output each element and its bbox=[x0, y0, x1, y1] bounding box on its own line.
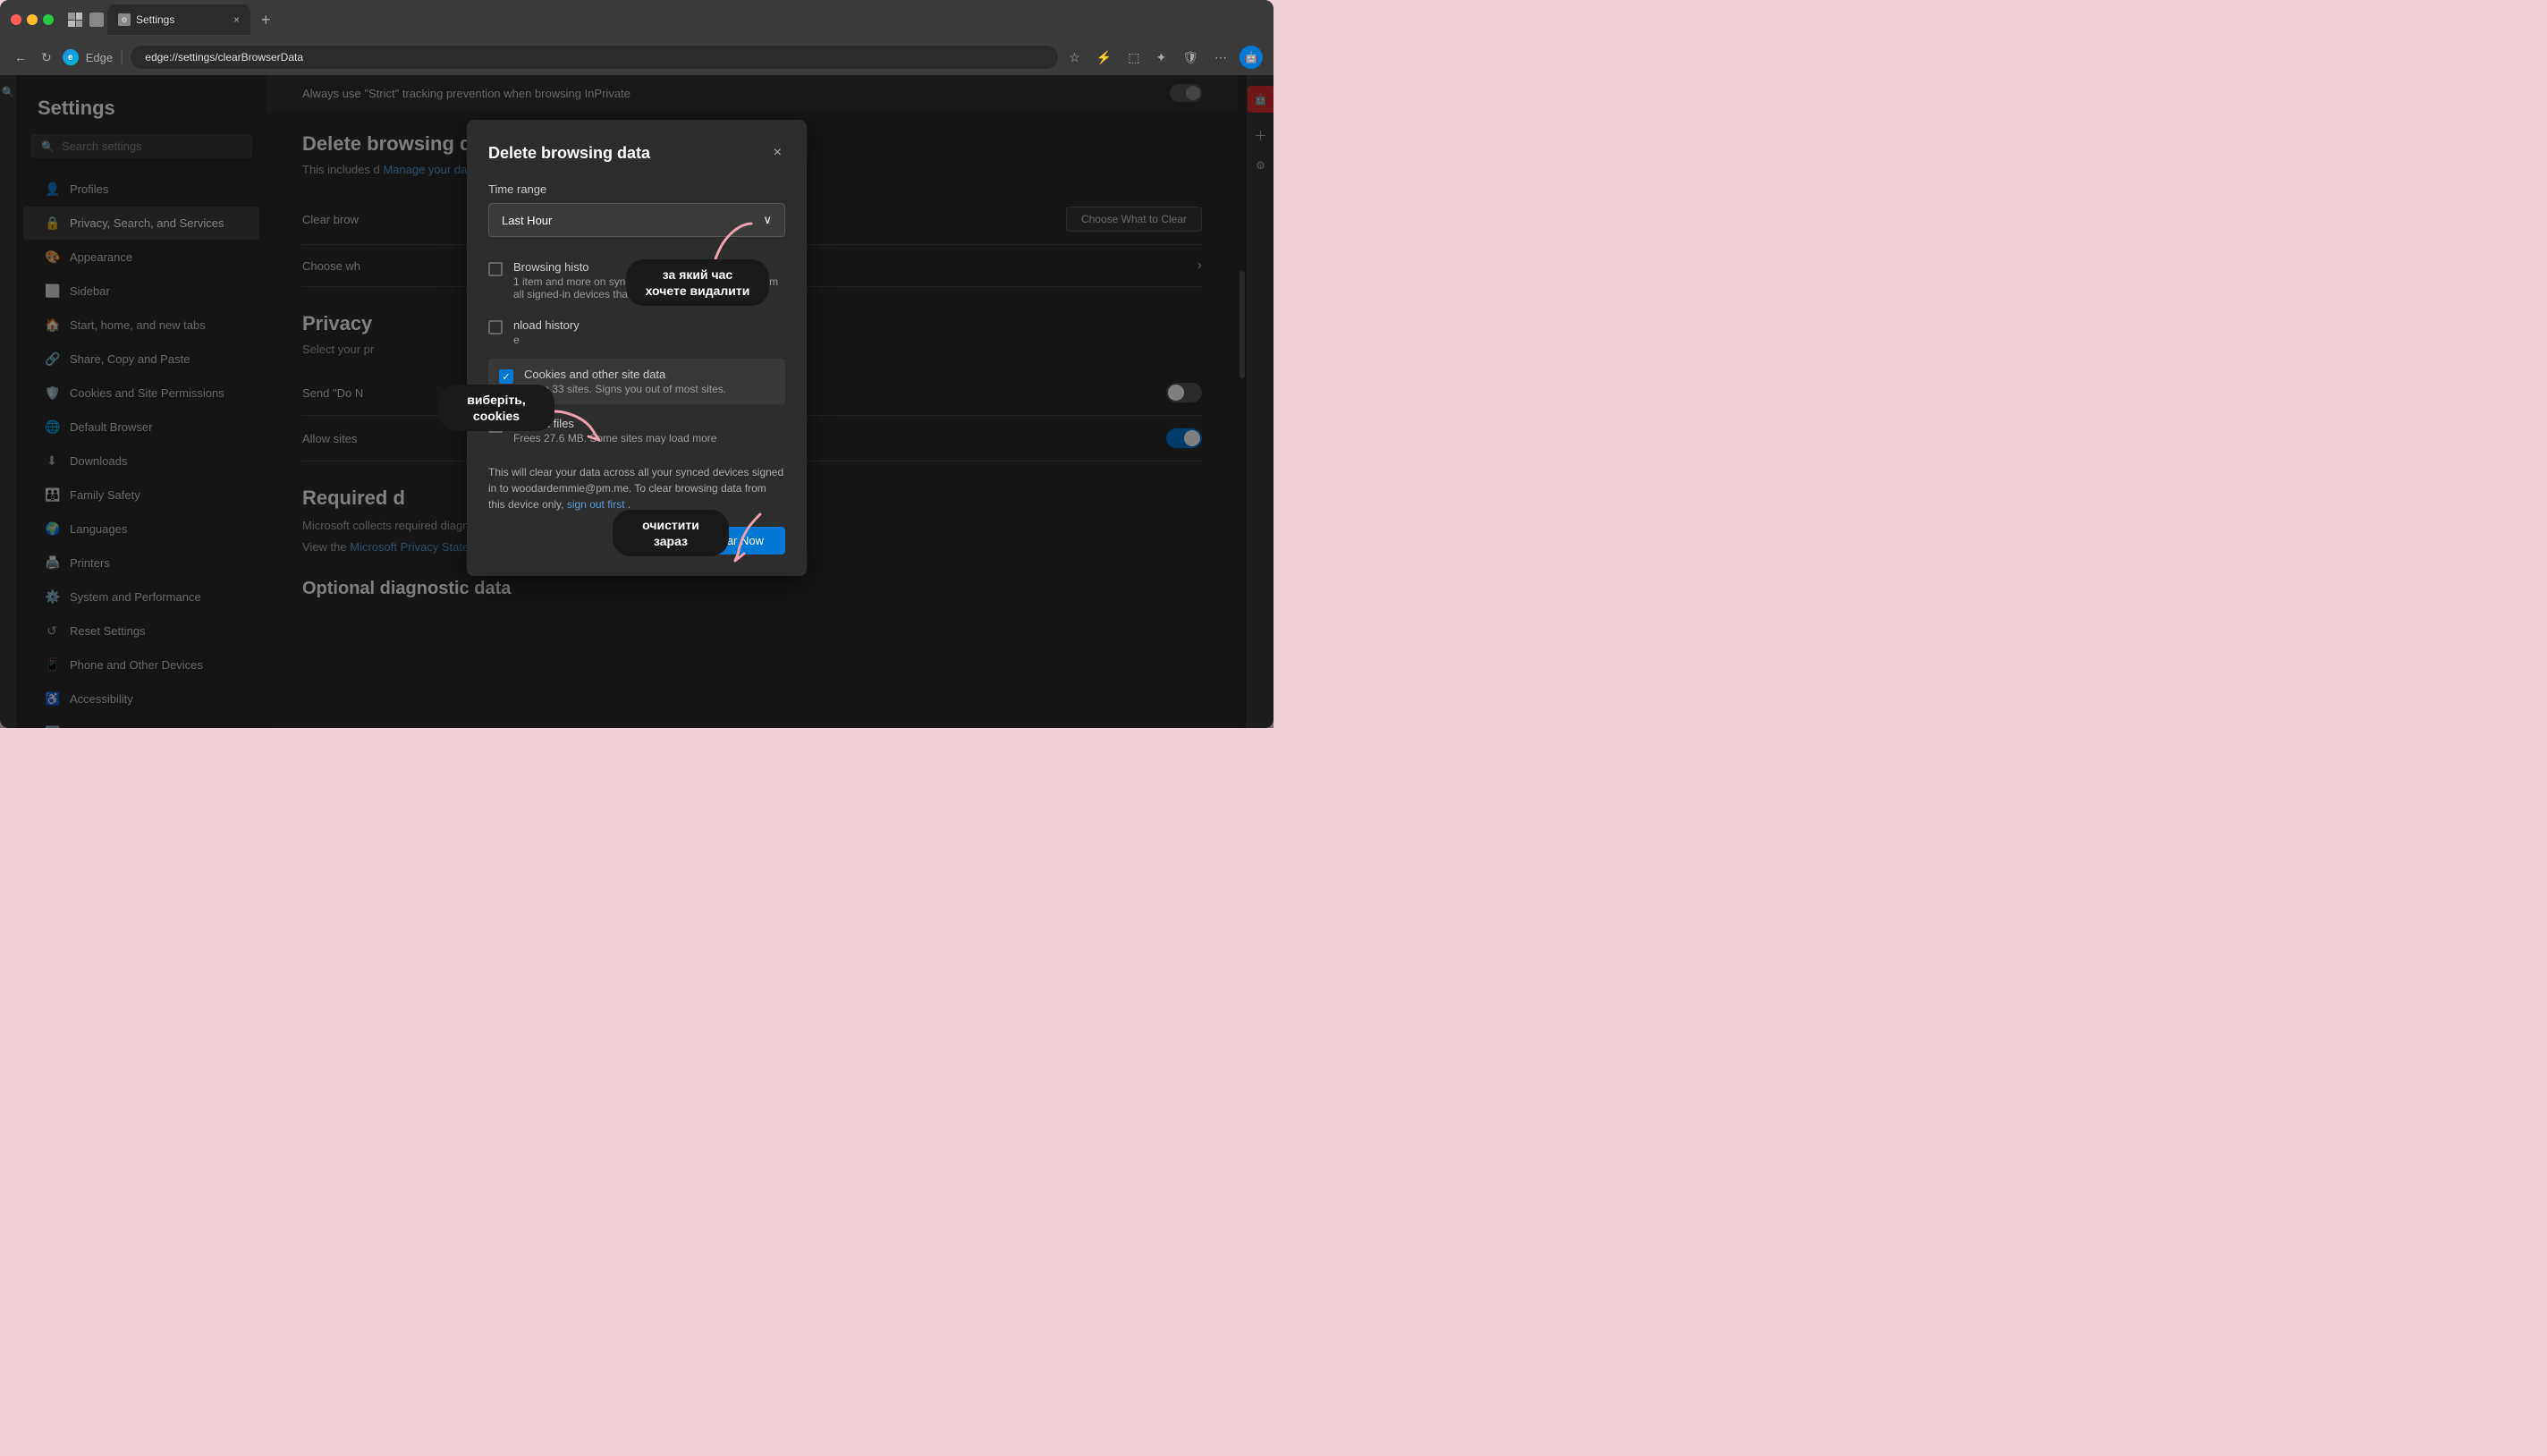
sign-out-link[interactable]: sign out first bbox=[567, 498, 625, 511]
modal-title: Delete browsing data bbox=[488, 144, 650, 163]
checkbox-browsing-history[interactable]: Browsing histo 1 item and more on synced… bbox=[488, 251, 785, 309]
modal-close-btn[interactable]: × bbox=[770, 141, 785, 165]
new-tab-btn[interactable]: + bbox=[254, 11, 278, 30]
more-tools-icon[interactable]: ⋯ bbox=[1211, 47, 1231, 69]
collections-icon[interactable]: ⚡ bbox=[1093, 47, 1115, 69]
cookies-checkbox[interactable] bbox=[499, 369, 513, 384]
browsing-history-desc: 1 item and more on synced devices. Clear… bbox=[513, 275, 785, 301]
tab-favicon: ⚙ bbox=[118, 13, 131, 26]
refresh-btn[interactable]: ↻ bbox=[38, 47, 55, 69]
clear-now-btn[interactable]: Clear Now bbox=[688, 527, 785, 554]
maximize-button[interactable] bbox=[43, 14, 54, 25]
edge-logo: e bbox=[63, 49, 79, 65]
tab-icon-2 bbox=[89, 13, 104, 27]
separator: | bbox=[120, 49, 123, 65]
title-bar: ⚙ Settings × + bbox=[0, 0, 1274, 39]
cookies-content: Cookies and other site data From 33 site… bbox=[524, 368, 726, 395]
close-button[interactable] bbox=[11, 14, 21, 25]
time-range-chevron-icon: ∨ bbox=[763, 213, 772, 227]
edge-label: Edge bbox=[86, 51, 113, 64]
favorites-bar-icon[interactable]: ✦ bbox=[1152, 47, 1170, 69]
split-screen-icon[interactable]: ⬚ bbox=[1124, 47, 1143, 69]
address-bar: ← ↻ e Edge | edge://settings/clearBrowse… bbox=[0, 39, 1274, 75]
browsing-history-checkbox[interactable] bbox=[488, 262, 503, 276]
sync-note: This will clear your data across all you… bbox=[488, 464, 785, 512]
checkbox-cached[interactable]: Cac nd files Frees 27.6 MB. Some sites m… bbox=[488, 408, 785, 453]
back-btn[interactable]: ← bbox=[11, 47, 30, 68]
download-history-label: nload history bbox=[513, 318, 580, 332]
address-url-bar[interactable]: edge://settings/clearBrowserData bbox=[131, 46, 1058, 69]
time-range-value: Last Hour bbox=[502, 214, 552, 227]
browsing-history-label: Browsing histo bbox=[513, 260, 785, 274]
time-range-label: Time range bbox=[488, 182, 785, 196]
download-history-content: nload history e bbox=[513, 318, 580, 346]
tab-close-btn[interactable]: × bbox=[233, 13, 240, 26]
cached-checkbox[interactable] bbox=[488, 419, 503, 433]
download-history-desc: e bbox=[513, 334, 580, 346]
copilot-btn[interactable]: 🤖 bbox=[1240, 46, 1263, 69]
tab-grid-icon bbox=[68, 13, 82, 27]
cached-desc: Frees 27.6 MB. Some sites may load more bbox=[513, 432, 716, 444]
url-text: edge://settings/clearBrowserData bbox=[145, 51, 303, 63]
cached-label: Cac nd files bbox=[513, 417, 716, 430]
settings-tab[interactable]: ⚙ Settings × bbox=[107, 4, 250, 35]
sync-note-text: This will clear your data across all you… bbox=[488, 466, 783, 511]
cached-content: Cac nd files Frees 27.6 MB. Some sites m… bbox=[513, 417, 716, 444]
checkbox-cookies[interactable]: Cookies and other site data From 33 site… bbox=[488, 359, 785, 404]
checkbox-download-history[interactable]: nload history e bbox=[488, 309, 785, 355]
delete-browsing-modal: Delete browsing data × Time range Last H… bbox=[467, 120, 807, 576]
cookies-label: Cookies and other site data bbox=[524, 368, 726, 381]
favorites-icon[interactable]: ☆ bbox=[1065, 47, 1084, 69]
browser-essentials-icon[interactable]: 🛡 bbox=[1179, 47, 1202, 69]
download-history-checkbox[interactable] bbox=[488, 320, 503, 334]
toolbar-icons: ☆ ⚡ ⬚ ✦ 🛡 ⋯ 🤖 bbox=[1065, 46, 1263, 69]
sync-period: . bbox=[628, 498, 630, 511]
modal-header: Delete browsing data × bbox=[488, 141, 785, 165]
minimize-button[interactable] bbox=[27, 14, 38, 25]
modal-overlay: Delete browsing data × Time range Last H… bbox=[0, 75, 1274, 728]
time-range-select[interactable]: Last Hour ∨ bbox=[488, 203, 785, 237]
tab-bar: ⚙ Settings × + bbox=[68, 4, 1263, 35]
cookies-desc: From 33 sites. Signs you out of most sit… bbox=[524, 383, 726, 395]
browsing-history-content: Browsing histo 1 item and more on synced… bbox=[513, 260, 785, 301]
modal-footer: Cancel Clear Now bbox=[488, 527, 785, 554]
cancel-btn[interactable]: Cancel bbox=[605, 527, 677, 554]
traffic-lights bbox=[11, 14, 54, 25]
tab-title: Settings bbox=[136, 13, 174, 26]
